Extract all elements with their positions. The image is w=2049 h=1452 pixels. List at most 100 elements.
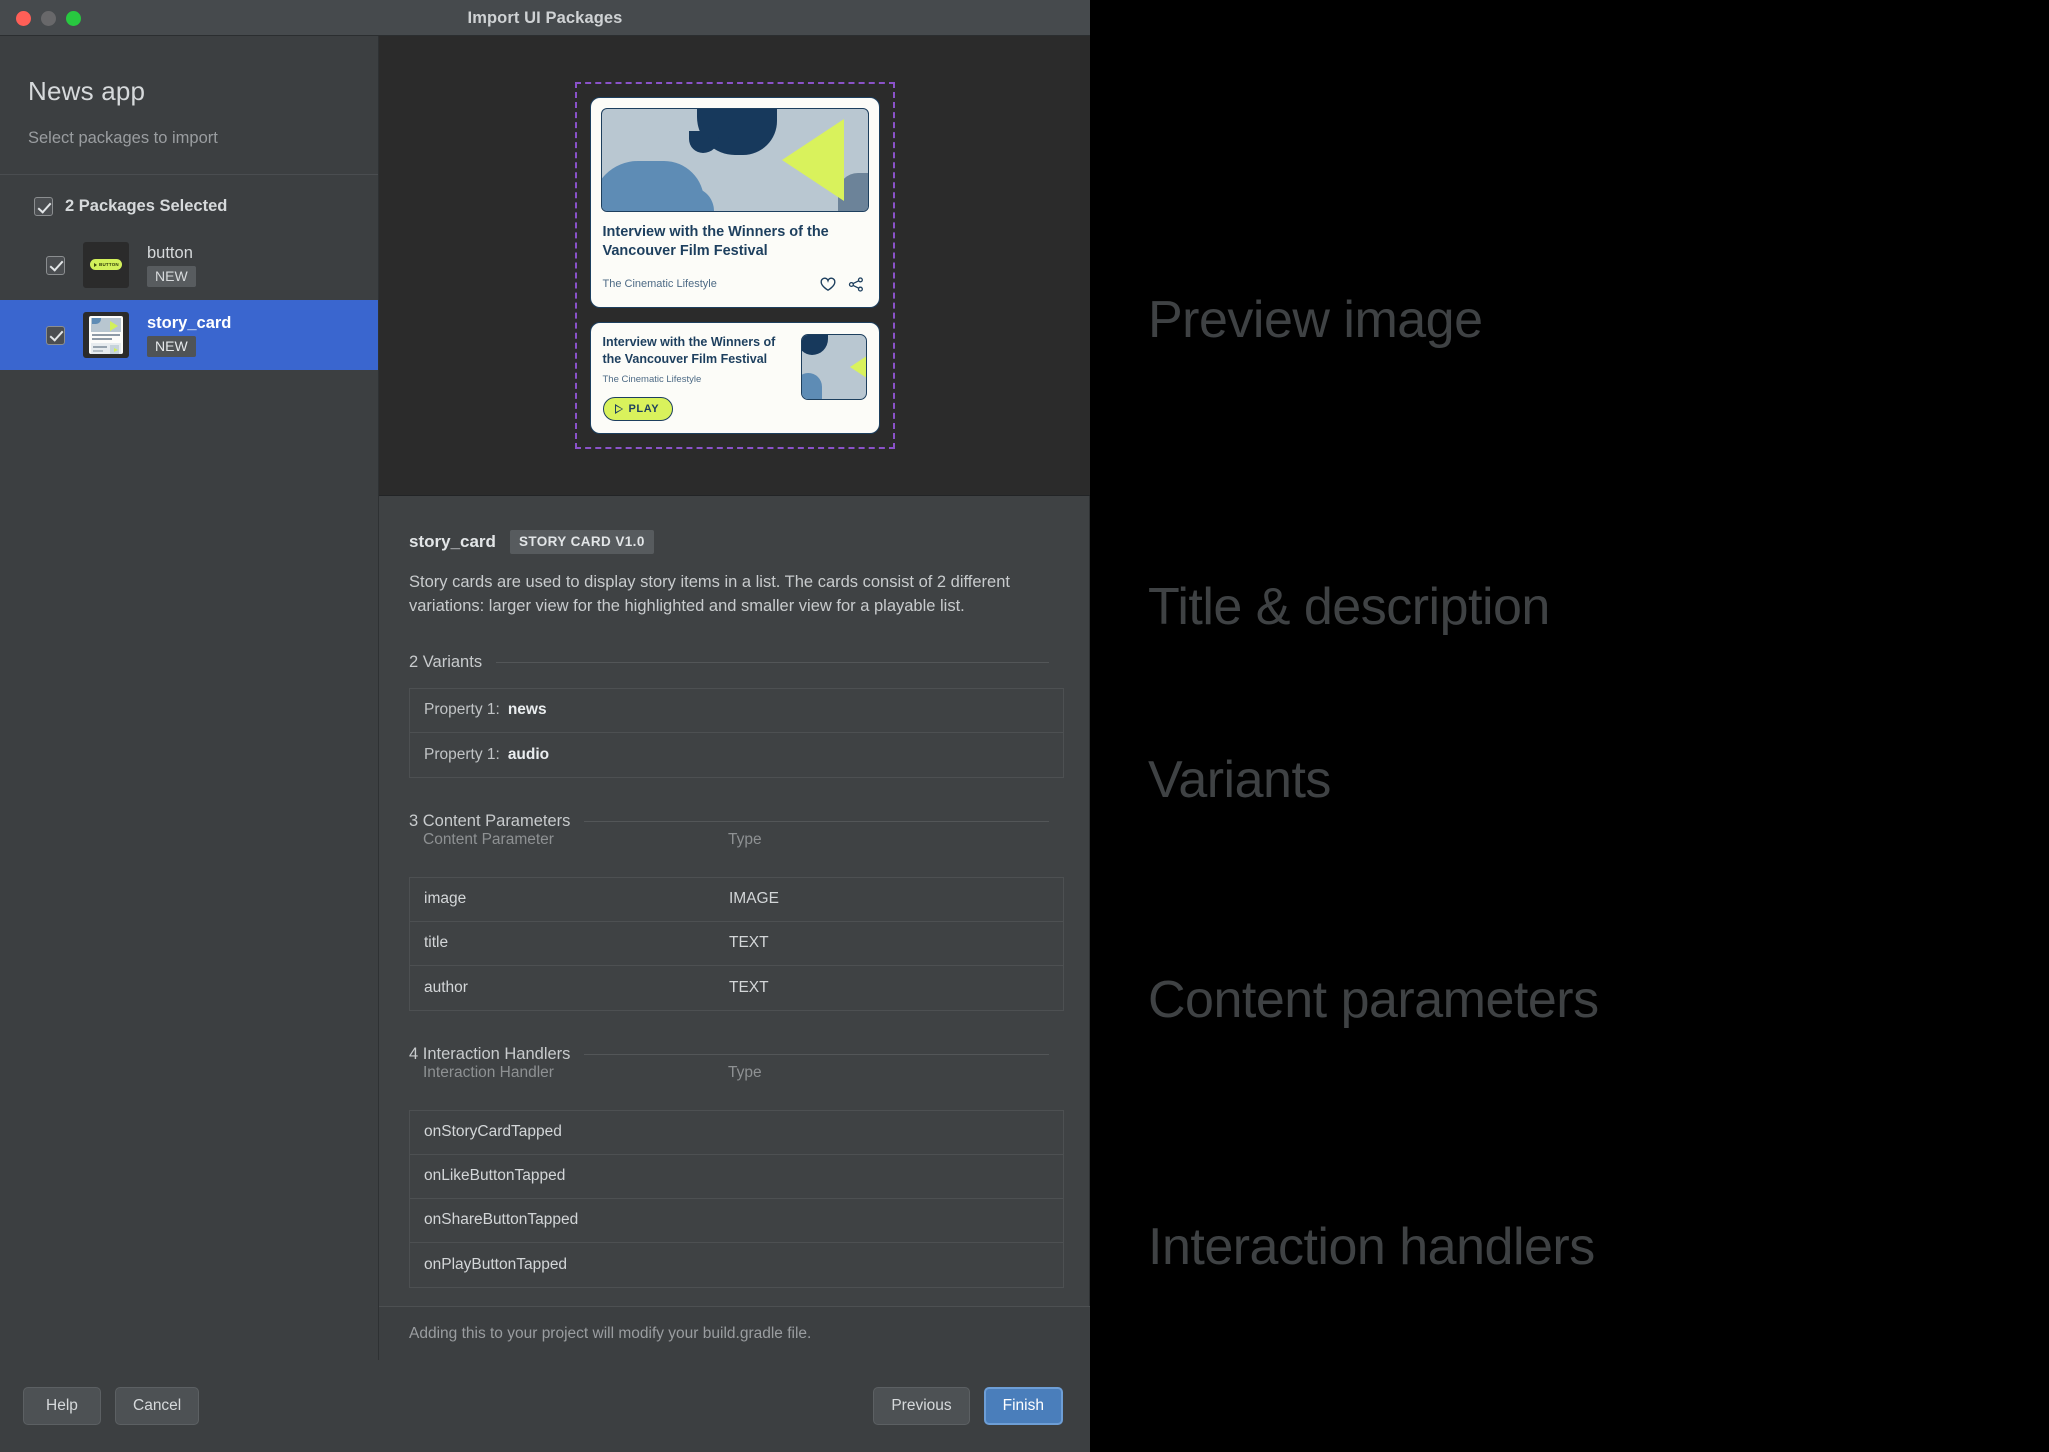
interaction-handlers-table: onStoryCardTapped onLikeButtonTapped onS… <box>409 1109 1064 1288</box>
parameter-type: TEXT <box>729 934 769 952</box>
story-card-thumbnail <box>83 312 129 358</box>
divider <box>584 820 1049 822</box>
column-header-name: Interaction Handler <box>423 1063 554 1081</box>
handler-name: onStoryCardTapped <box>424 1123 562 1141</box>
details-scroll-area: story_card STORY CARD V1.0 Story cards a… <box>379 496 1090 1306</box>
play-triangle-icon <box>614 404 623 415</box>
gradle-note-bar: Adding this to your project will modify … <box>379 1306 1090 1360</box>
window-titlebar: Import UI Packages <box>0 0 1090 36</box>
cancel-button[interactable]: Cancel <box>115 1387 200 1425</box>
table-row[interactable]: onShareButtonTapped <box>410 1199 1063 1243</box>
play-triangle-icon <box>94 262 97 267</box>
import-ui-packages-window: Import UI Packages News app Select packa… <box>0 0 1090 1452</box>
sidebar-header: News app Select packages to import <box>0 36 378 175</box>
preview-selection-frame: Interview with the Winners of the Vancou… <box>574 81 895 450</box>
component-version-badge: STORY CARD V1.0 <box>509 530 654 554</box>
section-title: 4 Interaction Handlers <box>409 1044 571 1063</box>
story-card-thumb-art <box>89 316 123 354</box>
divider <box>584 1053 1049 1055</box>
thumb-mini-image-icon <box>110 345 119 354</box>
table-header-row: Content Parameter Type <box>409 831 1049 861</box>
table-row[interactable]: onLikeButtonTapped <box>410 1155 1063 1199</box>
column-header-type: Type <box>728 830 762 848</box>
packages-sidebar: News app Select packages to import 2 Pac… <box>0 36 379 1360</box>
preview-card-small: Interview with the Winners of the Vancou… <box>589 322 880 435</box>
content-parameters-table: image IMAGE title TEXT author TEXT <box>409 876 1064 1011</box>
image-blob-dark <box>801 335 828 355</box>
status-badge: NEW <box>147 265 196 287</box>
play-button-label: PLAY <box>628 403 660 416</box>
list-item-button[interactable]: BUTTON button NEW <box>0 230 378 300</box>
table-row[interactable]: title TEXT <box>410 922 1063 966</box>
package-meta-button: button NEW <box>147 244 196 287</box>
table-row[interactable]: Property 1: audio <box>410 733 1063 777</box>
table-row[interactable]: onPlayButtonTapped <box>410 1243 1063 1287</box>
handler-name: onShareButtonTapped <box>424 1211 579 1229</box>
heart-icon[interactable] <box>817 273 839 295</box>
thumb-subcard <box>91 343 121 354</box>
table-row[interactable]: image IMAGE <box>410 878 1063 922</box>
section-content-parameters: 3 Content Parameters Content Parameter T… <box>409 811 1064 1011</box>
play-triangle-icon <box>849 350 866 384</box>
column-header-type: Type <box>728 1063 762 1081</box>
select-all-row[interactable]: 2 Packages Selected <box>0 175 378 230</box>
play-button[interactable]: PLAY <box>602 397 674 422</box>
annotation-preview-image: Preview image <box>1148 291 1483 349</box>
thumb-play-triangle-icon <box>110 321 118 331</box>
parameter-type: IMAGE <box>729 890 779 908</box>
thumb-blob-blue <box>92 318 101 324</box>
preview-card-large: Interview with the Winners of the Vancou… <box>589 96 880 308</box>
parameter-name: author <box>424 978 468 996</box>
variants-table: Property 1: news Property 1: audio <box>409 687 1064 778</box>
thumb-text-line <box>92 338 113 340</box>
preview-card-small-author: The Cinematic Lifestyle <box>602 374 702 386</box>
variant-property-value: news <box>507 701 547 719</box>
previous-button[interactable]: Previous <box>873 1387 970 1425</box>
package-checkbox-story-card[interactable] <box>46 325 65 345</box>
page-subtitle: Select packages to import <box>28 129 218 147</box>
thumb-image-icon <box>91 318 121 332</box>
section-header: 4 Interaction Handlers <box>409 1045 1049 1064</box>
preview-card-small-body: Interview with the Winners of the Vancou… <box>602 334 791 422</box>
section-title: 3 Content Parameters <box>409 811 571 830</box>
divider <box>496 661 1049 663</box>
annotation-content-parameters: Content parameters <box>1148 971 1599 1029</box>
handler-name: onPlayButtonTapped <box>424 1255 568 1273</box>
gradle-note: Adding this to your project will modify … <box>409 1324 812 1342</box>
column-header-name: Content Parameter <box>423 830 554 848</box>
thumb-text-line <box>93 350 103 352</box>
section-variants: 2 Variants Property 1: news Property 1: … <box>409 653 1064 778</box>
page-title: News app <box>28 76 146 106</box>
share-icon[interactable] <box>845 273 867 295</box>
help-button[interactable]: Help <box>23 1387 101 1425</box>
window-body: News app Select packages to import 2 Pac… <box>0 36 1090 1360</box>
annotation-interaction-handlers: Interaction handlers <box>1148 1218 1595 1276</box>
table-row[interactable]: Property 1: news <box>410 689 1063 733</box>
table-row[interactable]: author TEXT <box>410 966 1063 1010</box>
section-interaction-handlers: 4 Interaction Handlers Interaction Handl… <box>409 1045 1064 1288</box>
component-description: Story cards are used to display story it… <box>409 573 1010 615</box>
finish-button[interactable]: Finish <box>983 1387 1063 1425</box>
preview-card-image <box>600 107 869 212</box>
preview-area: Interview with the Winners of the Vancou… <box>379 36 1090 496</box>
preview-card-small-title: Interview with the Winners of the Vancou… <box>602 335 776 366</box>
parameter-name: title <box>424 934 449 952</box>
package-name: button <box>147 243 193 262</box>
section-header: 2 Variants <box>409 653 1049 672</box>
component-name: story_card <box>409 532 496 551</box>
preview-card-title: Interview with the Winners of the Vancou… <box>602 223 829 259</box>
parameter-name: image <box>424 890 467 908</box>
variant-property-key: Property 1: <box>424 701 500 719</box>
list-item-story-card[interactable]: story_card NEW <box>0 300 378 370</box>
image-blob-blue <box>801 373 822 399</box>
table-row[interactable]: onStoryCardTapped <box>410 1111 1063 1155</box>
detail-pane: Interview with the Winners of the Vancou… <box>379 36 1090 1360</box>
select-all-checkbox[interactable] <box>34 197 53 216</box>
window-title: Import UI Packages <box>467 9 623 27</box>
preview-card-author: The Cinematic Lifestyle <box>602 278 717 290</box>
preview-card-footer: The Cinematic Lifestyle <box>603 273 867 295</box>
package-checkbox-button[interactable] <box>46 255 65 275</box>
section-title: 2 Variants <box>409 652 483 671</box>
dialog-footer: Help Cancel Previous Finish <box>0 1360 1090 1452</box>
annotation-title-description: Title & description <box>1148 578 1550 636</box>
